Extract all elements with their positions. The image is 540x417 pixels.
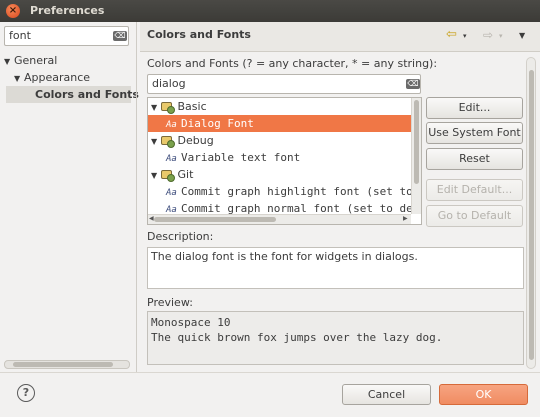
tree-item-dialog-font[interactable]: Aa Dialog Font (148, 115, 411, 132)
category-label: Basic (177, 100, 207, 113)
go-to-default-button[interactable]: Go to Default (426, 205, 523, 227)
category-label: Debug (177, 134, 214, 147)
font-icon: Aa (166, 154, 177, 164)
clear-search-icon[interactable]: ⌫ (406, 79, 420, 89)
scroll-left-icon[interactable]: ◀ (149, 215, 154, 223)
tree-item-label: Colors and Fonts (35, 88, 139, 101)
filter-input[interactable]: font (4, 26, 129, 46)
edit-button[interactable]: Edit... (426, 97, 523, 119)
reset-button[interactable]: Reset (426, 148, 523, 170)
category-folder-icon (161, 102, 175, 114)
scrollbar-thumb[interactable] (154, 217, 276, 222)
left-nav-pane: font ⌫ ▼ General ▼ Appearance Colors and F… (0, 22, 139, 372)
page-title: Colors and Fonts (147, 28, 251, 41)
category-folder-icon (161, 136, 175, 148)
scrollbar-thumb[interactable] (529, 70, 534, 360)
filter-text: font (9, 29, 31, 42)
ok-button[interactable]: OK (439, 384, 528, 405)
scrollbar-thumb[interactable] (414, 100, 419, 184)
scrollbar-thumb[interactable] (13, 362, 113, 367)
dialog-button-bar: ? Cancel OK (0, 372, 540, 417)
use-system-font-button[interactable]: Use System Font (426, 122, 523, 144)
expand-arrow-icon[interactable]: ▼ (151, 133, 161, 149)
scroll-right-icon[interactable]: ▶ (403, 215, 408, 223)
preferences-window: × Preferences font ⌫ ▼ General ▼ Appearanc… (0, 0, 540, 417)
tree-vertical-scrollbar[interactable] (411, 98, 421, 214)
page-header: Colors and Fonts ⇦ ▾ ⇨ ▾ ▼ (140, 22, 540, 52)
expand-arrow-icon[interactable]: ▼ (14, 70, 24, 87)
preview-panel: Monospace 10 The quick brown fox jumps o… (147, 311, 524, 365)
cancel-button[interactable]: Cancel (342, 384, 431, 405)
tree-item-appearance[interactable]: ▼ Appearance (14, 69, 90, 86)
expand-arrow-icon[interactable]: ▼ (4, 53, 14, 70)
forward-history-dropdown-icon[interactable]: ▾ (499, 31, 503, 41)
font-tree[interactable]: ▼ Basic Aa Dialog Font ▼ Debug Aa Variable… (147, 97, 422, 225)
close-window-button[interactable]: × (6, 4, 20, 18)
forward-arrow-icon[interactable]: ⇨ (483, 29, 493, 41)
font-label: Dialog Font (181, 117, 254, 130)
tree-item-general[interactable]: ▼ General (4, 52, 57, 69)
tree-category-basic[interactable]: ▼ Basic (148, 98, 411, 115)
edit-default-button[interactable]: Edit Default... (426, 179, 523, 201)
view-menu-icon[interactable]: ▼ (519, 31, 525, 40)
search-text: dialog (152, 77, 186, 90)
expand-arrow-icon[interactable]: ▼ (151, 99, 161, 115)
clear-filter-icon[interactable]: ⌫ (113, 31, 127, 41)
preview-label: Preview: (147, 296, 193, 309)
expand-arrow-icon[interactable]: ▼ (151, 167, 161, 183)
description-label: Description: (147, 230, 214, 243)
font-label: Variable text font (181, 151, 301, 164)
tree-category-git[interactable]: ▼ Git (148, 166, 411, 183)
preview-font-name: Monospace 10 (151, 316, 231, 329)
tree-item-commit-graph-highlight-font[interactable]: Aa Commit graph highlight font (set to de… (148, 183, 411, 200)
tree-item-variable-text-font[interactable]: Aa Variable text font (148, 149, 411, 166)
preview-sample-text: The quick brown fox jumps over the lazy … (151, 331, 443, 344)
window-title: Preferences (30, 4, 105, 17)
content-pane: Colors and Fonts ⇦ ▾ ⇨ ▾ ▼ Colors and Fo… (140, 22, 540, 372)
help-icon[interactable]: ? (17, 384, 35, 402)
close-icon: × (8, 5, 18, 16)
tree-horizontal-scrollbar[interactable]: ◀ ▶ (148, 214, 411, 224)
back-history-dropdown-icon[interactable]: ▾ (463, 31, 467, 41)
tree-item-colors-and-fonts[interactable]: Colors and Fonts (6, 86, 139, 103)
left-horizontal-scrollbar[interactable] (4, 360, 130, 369)
category-label: Git (177, 168, 194, 181)
filter-instructions: Colors and Fonts (? = any character, * =… (147, 57, 438, 70)
tree-item-label: General (14, 54, 58, 67)
description-text: The dialog font is the font for widgets … (147, 247, 524, 289)
title-bar[interactable]: × Preferences (0, 0, 540, 22)
font-icon: Aa (166, 120, 177, 130)
tree-category-debug[interactable]: ▼ Debug (148, 132, 411, 149)
back-arrow-icon[interactable]: ⇦ (446, 28, 457, 41)
category-folder-icon (161, 170, 175, 182)
tree-item-label: Appearance (24, 71, 91, 84)
font-label: Commit graph highlight font (set to def (181, 185, 411, 198)
font-search-input[interactable]: dialog (147, 74, 421, 94)
page-vertical-scrollbar[interactable] (526, 57, 536, 369)
font-icon: Aa (166, 188, 177, 198)
